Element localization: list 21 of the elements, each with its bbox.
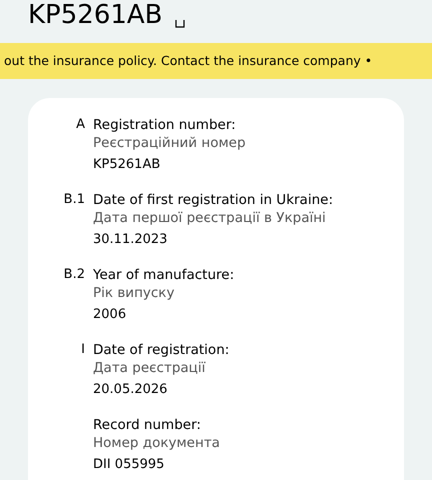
field-code: I: [81, 341, 85, 359]
field-label: Date of first registration in Ukraine:: [93, 191, 333, 209]
field-code: B.1: [64, 191, 85, 209]
field-label: Record number:: [93, 416, 202, 434]
field-code: B.2: [64, 266, 85, 284]
field-code: A: [76, 116, 85, 134]
field-value: KP5261AB: [93, 156, 162, 174]
field-label: Year of manufacture:: [93, 266, 234, 284]
banner-text: out the insurance policy. Contact the insurance company •: [4, 52, 372, 70]
field-label-ukrainian: Дата першої реєстрації в Україні: [93, 209, 327, 227]
field-label-ukrainian: Реєстраційний номер: [93, 134, 246, 152]
field-value: 30.11.2023: [93, 231, 168, 249]
field-value: DII 055995: [93, 456, 166, 474]
field-label-ukrainian: Номер документа: [93, 434, 220, 452]
field-value: 2006: [93, 306, 128, 324]
registration-title: KP5261AB: [28, 0, 163, 30]
field-label-ukrainian: Дата реєстрації: [93, 359, 206, 377]
field-label: Registration number:: [93, 116, 237, 134]
field-label-ukrainian: Рік випуску: [93, 284, 176, 302]
field-value: 20.05.2026: [93, 381, 168, 399]
field-label: Date of registration:: [93, 341, 230, 359]
